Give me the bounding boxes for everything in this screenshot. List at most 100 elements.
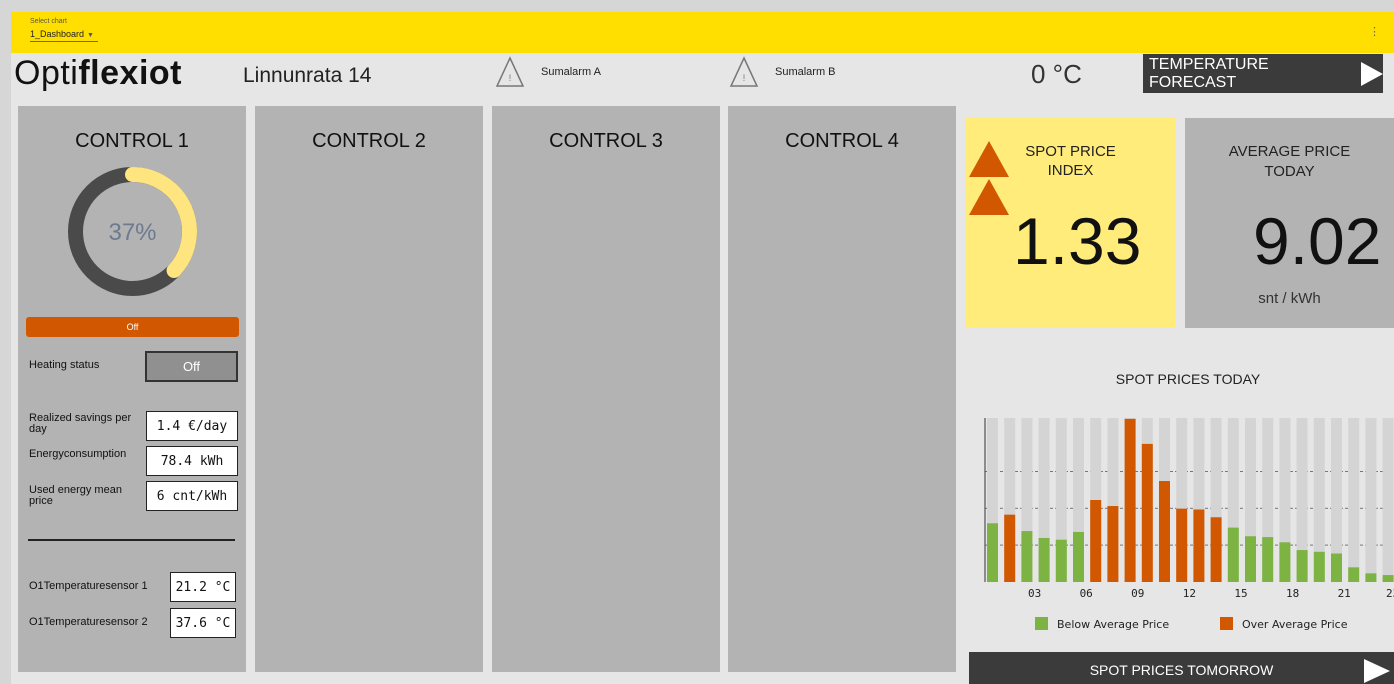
x-tick-label: 03: [1028, 587, 1041, 600]
bar-background: [1348, 418, 1360, 582]
price-bar: [987, 523, 998, 582]
spot-prices-chart: 03 06 09 12 15 18 21 23 Below Average Price Over …: [984, 418, 1394, 631]
logo-light-text: Opti: [14, 54, 79, 92]
price-bar: [1038, 537, 1050, 582]
x-tick-label: 21: [1338, 587, 1351, 600]
spot-price-index-card: SPOT PRICE INDEX 1.33: [965, 118, 1176, 328]
price-bar: [1107, 506, 1119, 582]
legend-label: Over Average Price: [1242, 618, 1348, 631]
x-tick-label: 18: [1286, 587, 1299, 600]
alarm-b-label: Sumalarm B: [775, 66, 836, 78]
price-bar: [1245, 536, 1256, 582]
price-bar: [1193, 509, 1205, 582]
bar-background: [1382, 418, 1394, 582]
price-bar: [1348, 567, 1360, 582]
chevron-down-icon: ▼: [87, 32, 94, 39]
control-title: CONTROL 2: [312, 130, 426, 152]
svg-text:!: !: [743, 73, 746, 83]
select-chart-dropdown[interactable]: 1_Dashboard ▼: [30, 29, 98, 42]
select-chart-value: 1_Dashboard: [30, 29, 85, 39]
avg-price-title-line2: TODAY: [1264, 163, 1315, 180]
price-bar: [1073, 531, 1084, 582]
price-bar: [1382, 575, 1394, 582]
avg-price-title: AVERAGE PRICE TODAY: [1185, 142, 1394, 182]
play-icon: [1364, 659, 1390, 683]
heating-status-label: Heating status: [29, 359, 100, 371]
outdoor-temperature: 0 °C: [1031, 59, 1082, 89]
warning-icon: !: [729, 56, 759, 87]
energy-value: 78.4 kWh: [146, 446, 238, 476]
mean-price-label: Used energy mean price: [29, 484, 122, 507]
forecast-button-label: TEMPERATURE FORECAST: [1149, 55, 1269, 91]
price-bar: [1313, 551, 1325, 582]
x-tick-label: 09: [1131, 587, 1144, 600]
x-tick-label: 12: [1183, 587, 1196, 600]
avg-price-title-line1: AVERAGE PRICE: [1228, 143, 1351, 160]
chart-title: SPOT PRICES TODAY: [1115, 371, 1261, 387]
price-bar: [1227, 527, 1239, 582]
temperature-forecast-button[interactable]: TEMPERATURE FORECAST: [1143, 54, 1383, 93]
price-bar: [1055, 539, 1067, 582]
legend-swatch: [1220, 617, 1233, 630]
savings-label: Realized savings per day: [29, 412, 132, 435]
mean-price-value: 6 cnt/kWh: [146, 481, 238, 511]
control-title: CONTROL 4: [785, 130, 899, 152]
site-address: Linnunrata 14: [243, 64, 372, 87]
mode-bar[interactable]: Off: [26, 317, 239, 337]
tomorrow-button-label: SPOT PRICES TOMORROW: [1089, 662, 1274, 678]
price-bar: [1262, 537, 1274, 582]
spot-index-title-line1: SPOT PRICE: [1025, 143, 1116, 160]
average-price-card: AVERAGE PRICE TODAY 9.02 snt / kWh: [1185, 118, 1394, 328]
more-menu-icon[interactable]: ⋮: [1369, 25, 1380, 38]
price-bar: [1124, 418, 1136, 582]
price-bar: [1279, 542, 1291, 582]
legend-label: Below Average Price: [1057, 618, 1169, 631]
gauge-chart: 37%: [68, 167, 197, 296]
sensor-2-label: O1Temperaturesensor 2: [29, 616, 148, 628]
control-panel-2: CONTROL 2: [255, 106, 483, 672]
control-panel-1: CONTROL 1 37% Off Heating status Off Rea…: [18, 106, 246, 672]
spot-prices-tomorrow-button[interactable]: SPOT PRICES TOMORROW: [969, 652, 1394, 684]
x-tick-label: 23: [1386, 587, 1394, 600]
control-panel-3: CONTROL 3: [492, 106, 720, 672]
heating-status-button[interactable]: Off: [145, 351, 238, 382]
x-tick-label: 15: [1234, 587, 1247, 600]
price-bar: [1176, 508, 1188, 582]
spot-index-value: 1.33: [1013, 204, 1142, 278]
warning-icon: !: [495, 56, 525, 87]
x-tick-label: 06: [1080, 587, 1093, 600]
sensor-2-value: 37.6 °C: [170, 608, 236, 638]
bar-background: [1365, 418, 1377, 582]
price-bar: [1004, 514, 1016, 582]
legend-swatch: [1035, 617, 1048, 630]
spot-index-title: SPOT PRICE INDEX: [965, 142, 1176, 180]
avg-price-value: 9.02: [1253, 204, 1382, 278]
control-title: CONTROL 3: [549, 130, 663, 152]
logo: Optiflexiot: [14, 54, 182, 93]
alarm-a: ! Sumalarm A: [495, 56, 601, 88]
play-icon: [1361, 61, 1383, 86]
spot-index-title-line2: INDEX: [1047, 162, 1094, 179]
sensor-1-label: O1Temperaturesensor 1: [29, 580, 148, 592]
price-bar: [1210, 517, 1222, 582]
alarm-a-label: Sumalarm A: [541, 66, 601, 78]
price-bar: [1090, 500, 1102, 582]
sensor-1-value: 21.2 °C: [170, 572, 236, 602]
energy-label: Energyconsumption: [29, 448, 127, 460]
svg-text:!: !: [509, 73, 512, 83]
price-bar: [1331, 553, 1342, 582]
savings-value: 1.4 €/day: [146, 411, 238, 441]
avg-price-unit: snt / kWh: [1258, 290, 1321, 307]
control-title: CONTROL 1: [75, 130, 189, 152]
price-bar: [1365, 573, 1377, 582]
control-panel-4: CONTROL 4: [728, 106, 956, 672]
logo-bold-text: flexiot: [78, 54, 182, 92]
price-bar: [1141, 443, 1153, 582]
price-bar: [1296, 550, 1308, 582]
price-bar: [1021, 531, 1033, 582]
gauge-value: 37%: [108, 219, 156, 246]
top-bar: Select chart 1_Dashboard ▼ ⋮: [11, 12, 1394, 53]
divider: [28, 539, 235, 541]
price-bar: [1159, 481, 1170, 582]
select-chart-label: Select chart: [30, 18, 67, 25]
